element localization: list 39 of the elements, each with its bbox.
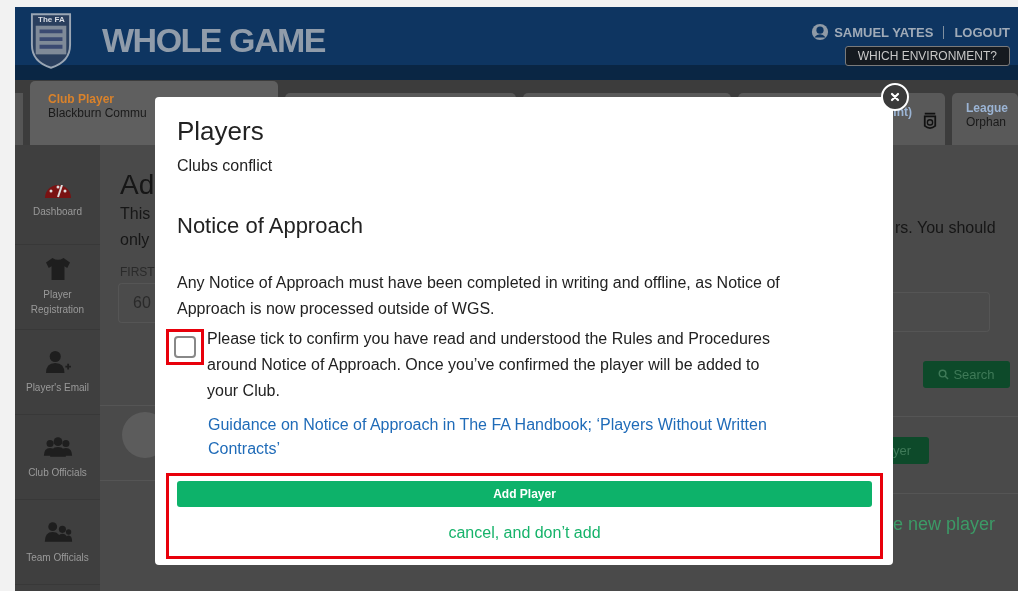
tab[interactable]: League Orphan	[952, 93, 1018, 145]
shield-logo-icon	[30, 12, 72, 70]
sidebar-label: Player's Email	[24, 380, 90, 395]
tab-title: League	[966, 101, 1008, 115]
gauge-icon	[44, 185, 71, 198]
sidebar-label: Player Registration	[29, 288, 86, 317]
cancel-link[interactable]: cancel, and don’t add	[448, 524, 601, 542]
app-title: WHOLE GAME	[102, 21, 325, 60]
text-field[interactable]	[893, 292, 990, 332]
sidebar-item[interactable]: Dashboard	[15, 160, 100, 245]
guidance-link[interactable]: Guidance on Notice of Approach in The FA Handbook; ‘Players Without Written Contracts’	[208, 413, 768, 461]
sidebar-item[interactable]: Club Officials	[15, 415, 100, 500]
logo-text: The FA	[38, 15, 65, 24]
tab-subtitle: Blackburn Commu	[48, 106, 148, 120]
sidebar-item[interactable]: Team Officials	[15, 500, 100, 585]
sidebar-label: Team Officials	[25, 550, 90, 565]
section-title: Notice of Approach	[177, 213, 364, 239]
group-icon	[42, 434, 73, 459]
notice-text: Any Notice of Approach must have been completed in writing and offline, as Notice of Approach is now processed outside of WGS.	[177, 273, 781, 319]
logout-link[interactable]: LOGOUT	[954, 24, 1010, 40]
user-name[interactable]: SAMUEL YATES	[834, 24, 934, 40]
user-icon	[811, 23, 830, 41]
tab-subtitle: Orphan	[966, 115, 1007, 129]
close-icon	[889, 91, 901, 103]
badge-icon	[923, 111, 937, 132]
modal-subtitle: Clubs conflict	[177, 157, 274, 175]
environment-button[interactable]: WHICH ENVIRONMENT?	[844, 46, 1010, 66]
confirm-checkbox[interactable]	[174, 336, 196, 358]
add-player-button[interactable]: Add Player	[177, 481, 872, 507]
group-icon	[42, 519, 73, 544]
sidebar-label: Club Officials	[27, 465, 88, 480]
tab-title: Club Player	[48, 92, 115, 106]
confirm-label: Please tick to confirm you have read and understood the Rules and Procedures around Notice of Approach. Once you’ve confirmed the player will be added to your Club.	[207, 329, 771, 401]
search-icon	[938, 369, 950, 380]
sidebar-label: Dashboard	[32, 205, 83, 219]
sidebar-item[interactable]: Player Registration	[15, 245, 100, 330]
create-player-link[interactable]: e new player	[893, 514, 1018, 535]
sidebar-item[interactable]: Player's Email	[15, 330, 100, 415]
modal-title: Players	[177, 115, 265, 147]
